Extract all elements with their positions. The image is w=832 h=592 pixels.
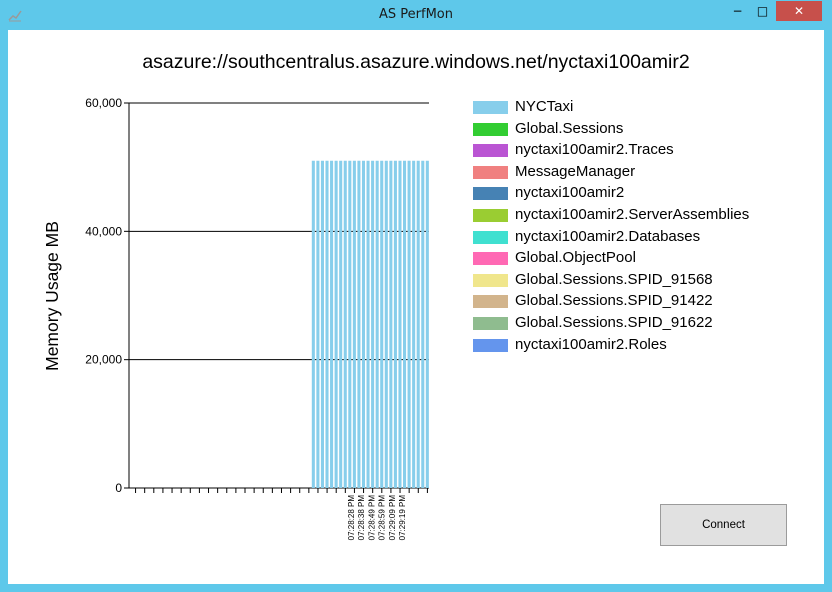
legend-label: MessageManager	[515, 162, 636, 180]
bar	[421, 160, 425, 488]
bar	[375, 160, 379, 488]
bar	[403, 160, 407, 488]
legend-swatch	[473, 295, 508, 309]
close-icon: ✕	[793, 4, 805, 18]
legend-label: NYCTaxi	[515, 98, 574, 115]
bar	[325, 160, 329, 488]
x-tick-label: 07:29:19 PM	[398, 495, 407, 541]
legend-label: Global.Sessions.SPID_91422	[515, 292, 713, 310]
bar	[380, 160, 384, 488]
bar	[389, 160, 393, 488]
legend-label: Global.Sessions	[515, 119, 624, 137]
legend-swatch	[473, 208, 508, 222]
x-tick-label: 07:28:59 PM	[378, 495, 387, 541]
legend-swatch	[473, 101, 508, 114]
y-tick-label: 60,000	[85, 96, 122, 110]
bar	[357, 160, 361, 488]
legend-label: nyctaxi100amir2.Traces	[515, 141, 674, 159]
legend-label: nyctaxi100amir2.Roles	[515, 335, 667, 353]
legend-swatch	[473, 273, 508, 287]
bar	[393, 160, 397, 488]
legend-label: Global.ObjectPool	[515, 249, 636, 267]
bar	[330, 160, 334, 488]
window-title: AS PerfMon	[379, 7, 453, 22]
bar	[352, 160, 356, 488]
minimize-button[interactable]: −	[725, 1, 750, 21]
bar	[311, 160, 315, 488]
minimize-icon: −	[732, 4, 743, 18]
bar	[416, 160, 420, 488]
y-tick-label: 0	[115, 481, 122, 495]
client-area: asazure://southcentralus.asazure.windows…	[8, 30, 824, 584]
bar	[384, 160, 388, 488]
maximize-icon: □	[756, 4, 769, 18]
bar	[320, 160, 324, 488]
legend-label: nyctaxi100amir2	[515, 184, 625, 202]
bar	[343, 160, 347, 488]
legend-swatch	[473, 252, 508, 266]
x-tick-label: 07:28:28 PM	[347, 495, 356, 541]
legend-swatch	[473, 144, 508, 158]
x-tick-label: 07:28:49 PM	[367, 495, 376, 541]
bar	[412, 160, 416, 488]
y-tick-label: 20,000	[85, 353, 122, 367]
bar	[398, 160, 402, 488]
bar	[334, 160, 338, 488]
bar	[361, 160, 366, 488]
legend-label: Global.Sessions.SPID_91568	[515, 270, 713, 288]
bar	[371, 160, 375, 488]
x-tick-label: 07:29:09 PM	[388, 495, 397, 541]
legend-label: nyctaxi100amir2.ServerAssemblies	[515, 205, 750, 223]
bar	[316, 160, 320, 488]
x-tick-label: 07:28:38 PM	[357, 495, 366, 541]
bar	[348, 160, 352, 488]
bar	[407, 160, 411, 488]
legend-swatch	[473, 316, 508, 330]
legend-swatch	[473, 230, 508, 244]
close-button[interactable]: ✕	[776, 1, 822, 21]
y-axis-label: Memory Usage MB	[42, 221, 62, 371]
bar	[339, 160, 343, 488]
legend-swatch	[473, 187, 508, 201]
maximize-button[interactable]: □	[750, 1, 775, 21]
title-bar[interactable]: AS PerfMon − □ ✕	[0, 0, 832, 30]
legend-swatch	[473, 165, 508, 179]
connect-button[interactable]: Connect	[660, 504, 787, 546]
legend-swatch	[473, 338, 508, 352]
bar	[366, 160, 370, 488]
legend-label: Global.Sessions.SPID_91622	[515, 313, 713, 331]
legend-swatch	[473, 122, 508, 136]
bar	[425, 160, 429, 488]
y-tick-label: 40,000	[85, 224, 122, 238]
legend-label: nyctaxi100amir2.Databases	[515, 227, 701, 245]
